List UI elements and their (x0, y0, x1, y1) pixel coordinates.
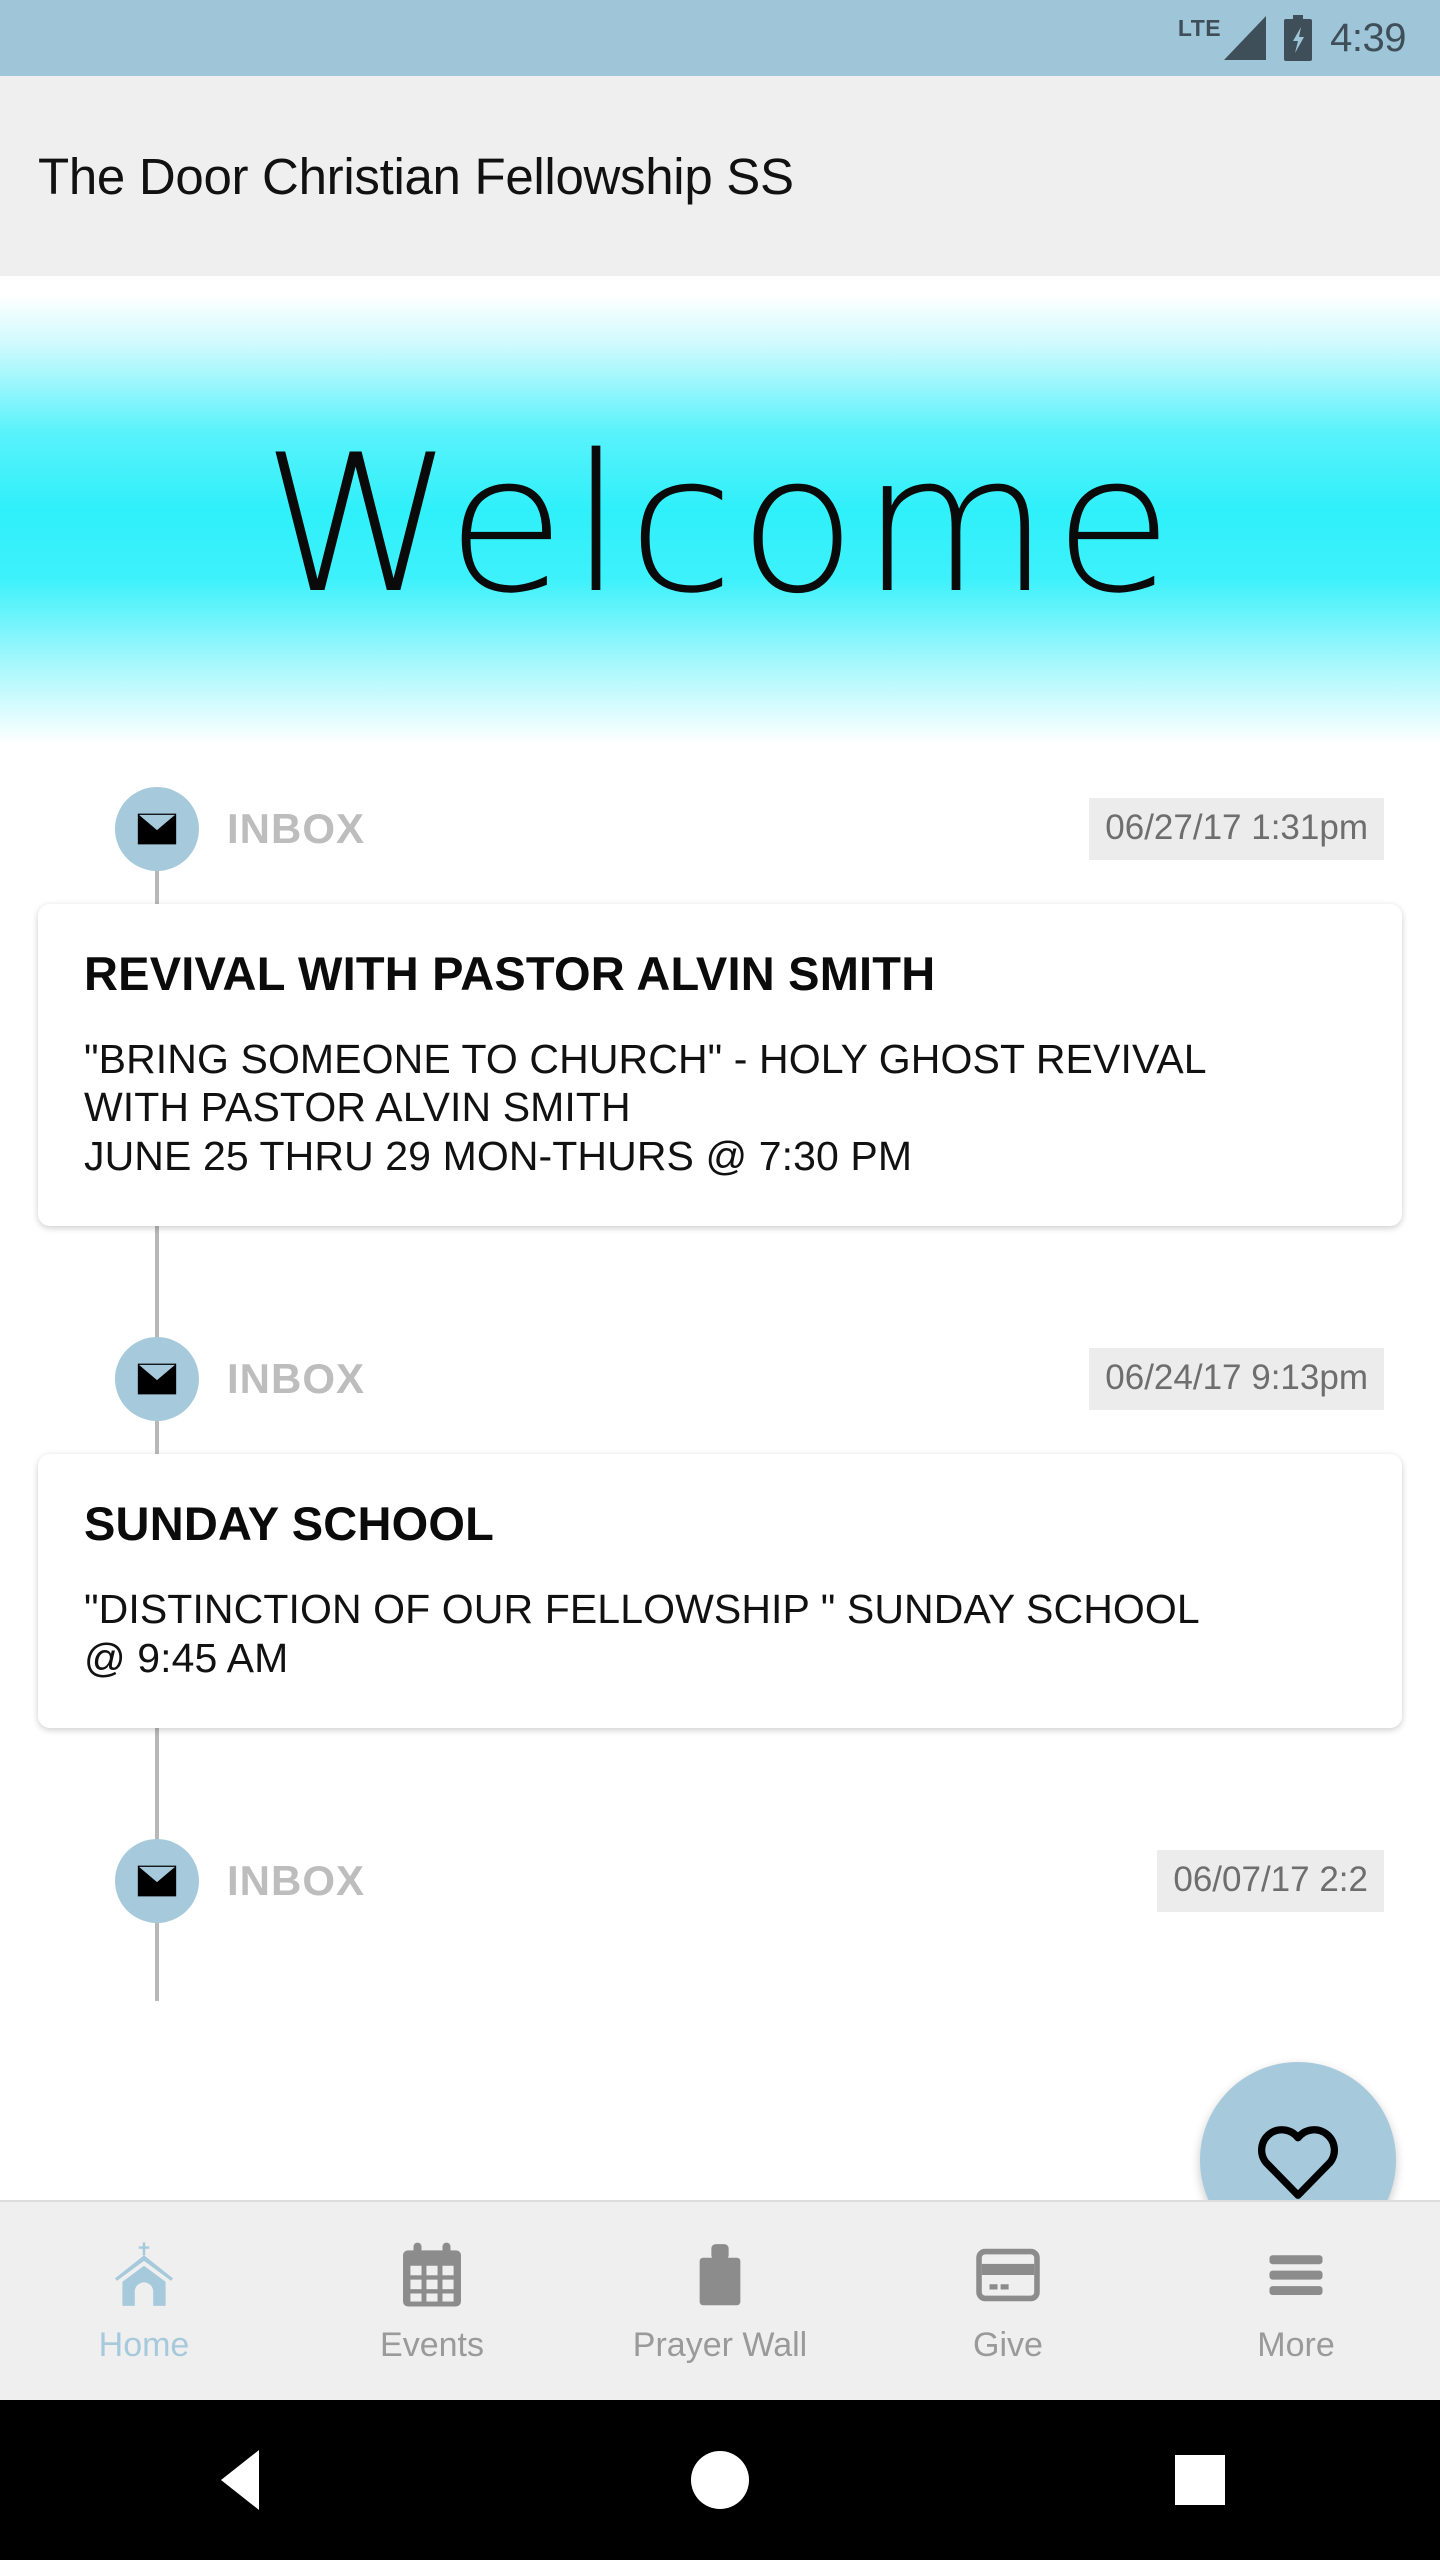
nav-item-prayer-wall[interactable]: Prayer Wall (576, 2202, 864, 2400)
announcement-title: REVIVAL WITH PASTOR ALVIN SMITH (84, 947, 936, 1000)
feed-spacer (0, 1226, 1440, 1314)
battery-charging-icon (1284, 15, 1313, 61)
app-screen: LTE 4:39 The Door Christian Fellowship S… (0, 0, 1440, 2560)
heart-icon (1258, 2126, 1338, 2199)
android-navigation-bar (0, 2400, 1440, 2560)
welcome-banner-text: Welcome (262, 414, 1178, 635)
feed-source-label: INBOX (227, 1856, 366, 1904)
signal-bars-icon (1224, 16, 1267, 60)
nav-label: Events (380, 2325, 484, 2364)
app-bar: The Door Christian Fellowship SS (0, 76, 1440, 276)
feed-timestamp: 06/27/17 1:31pm (1089, 798, 1384, 860)
page-title: The Door Christian Fellowship SS (38, 147, 794, 205)
announcement-card[interactable]: SUNDAY SCHOOL "DISTINCTION OF OUR FELLOW… (38, 1454, 1402, 1728)
announcement-card[interactable]: REVIVAL WITH PASTOR ALVIN SMITH "BRING S… (38, 904, 1402, 1227)
feed-timestamp: 06/24/17 9:13pm (1089, 1348, 1384, 1411)
nav-label: Home (98, 2325, 190, 2364)
bottom-navigation: Home Events Prayer Wall Give More (0, 2200, 1440, 2400)
prayer-wall-icon (699, 2243, 741, 2305)
recents-square-icon (1175, 2455, 1225, 2505)
church-icon (115, 2241, 173, 2306)
feed-spacer (0, 1728, 1440, 1816)
welcome-banner: Welcome (0, 276, 1440, 764)
nav-item-more[interactable]: More (1152, 2202, 1440, 2400)
feed-row[interactable]: INBOX 06/27/17 1:31pm (0, 764, 1440, 894)
nav-item-home[interactable]: Home (0, 2202, 288, 2400)
nav-item-give[interactable]: Give (864, 2202, 1152, 2400)
feed-row[interactable]: INBOX 06/07/17 2:2 (0, 1816, 1440, 1946)
inbox-envelope-icon (115, 787, 199, 871)
feed-source-label: INBOX (227, 1355, 366, 1403)
announcement-feed: INBOX 06/27/17 1:31pm REVIVAL WITH PASTO… (0, 764, 1440, 2001)
feed-timestamp: 06/07/17 2:2 (1157, 1849, 1384, 1912)
nav-label: Give (973, 2325, 1043, 2364)
home-circle-icon (691, 2451, 749, 2509)
android-recents-button[interactable] (960, 2400, 1440, 2560)
calendar-icon (403, 2242, 461, 2306)
announcement-body: "BRING SOMEONE TO CHURCH" - HOLY GHOST R… (84, 1036, 1207, 1179)
feed-row[interactable]: INBOX 06/24/17 9:13pm (0, 1314, 1440, 1444)
network-indicator: LTE (1177, 15, 1267, 60)
nav-label: More (1257, 2325, 1335, 2364)
feed-source-label: INBOX (227, 805, 366, 852)
status-bar: LTE 4:39 (0, 0, 1440, 76)
hamburger-icon (1269, 2254, 1323, 2295)
android-back-button[interactable] (0, 2400, 480, 2560)
nav-label: Prayer Wall (632, 2325, 808, 2364)
inbox-envelope-icon (115, 1838, 199, 1923)
lte-label: LTE (1177, 15, 1222, 41)
announcement-body: "DISTINCTION OF OUR FELLOWSHIP " SUNDAY … (84, 1586, 1200, 1681)
back-triangle-icon (221, 2450, 259, 2510)
android-home-button[interactable] (480, 2400, 960, 2560)
inbox-envelope-icon (115, 1337, 199, 1422)
clock: 4:39 (1330, 16, 1406, 60)
announcement-title: SUNDAY SCHOOL (84, 1497, 495, 1551)
nav-item-events[interactable]: Events (288, 2202, 576, 2400)
credit-card-icon (976, 2248, 1040, 2301)
